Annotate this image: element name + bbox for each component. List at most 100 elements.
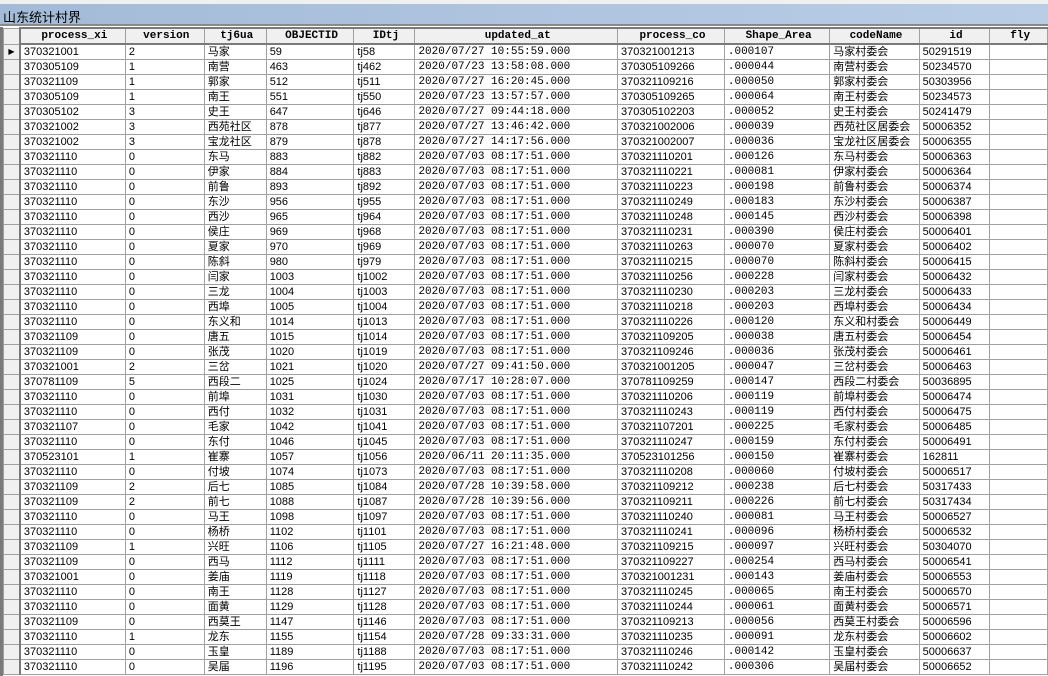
cell-process-co[interactable]: 370321001205 — [617, 359, 725, 375]
row-selector[interactable] — [3, 374, 21, 390]
cell-process-xi[interactable]: 370321110 — [19, 524, 126, 540]
cell-process-co[interactable]: 370321109212 — [617, 479, 725, 495]
cell-updated-at[interactable]: 2020/07/03 08:17:51.000 — [414, 299, 619, 315]
cell-fly[interactable] — [989, 584, 1048, 600]
cell-tj6ua[interactable]: 南王 — [203, 584, 267, 600]
cell-codename[interactable]: 吴届村委会 — [829, 659, 920, 675]
cell-process-xi[interactable]: 370321110 — [19, 194, 126, 210]
cell-version[interactable]: 0 — [124, 524, 205, 540]
cell-process-co[interactable]: 370321110263 — [617, 239, 725, 255]
cell-tj6ua[interactable]: 杨桥 — [203, 524, 267, 540]
cell-tj6ua[interactable]: 史王 — [203, 104, 267, 120]
cell-id[interactable]: 50006491 — [918, 434, 991, 450]
cell-process-co[interactable]: 370321110244 — [617, 599, 725, 615]
table-row[interactable]: 370321110 0 陈斜 980 tj979 2020/07/03 08:17:51.… — [3, 254, 1048, 270]
cell-codename[interactable]: 付坡村委会 — [829, 464, 920, 480]
table-row[interactable]: 370321109 0 西莫王 1147 tj1146 2020/07/03 08:17:… — [3, 614, 1048, 630]
cell-process-co[interactable]: 370781109259 — [617, 374, 725, 390]
cell-fly[interactable] — [989, 104, 1048, 120]
cell-tj6ua[interactable]: 玉皇 — [203, 644, 267, 660]
cell-shape-area[interactable]: .000126 — [723, 149, 831, 165]
cell-version[interactable]: 0 — [124, 254, 205, 270]
cell-objectid[interactable]: 1021 — [265, 359, 355, 375]
cell-updated-at[interactable]: 2020/07/27 14:17:56.000 — [414, 134, 619, 150]
cell-tj6ua[interactable]: 面黄 — [203, 599, 267, 615]
cell-tj6ua[interactable]: 夏家 — [203, 239, 267, 255]
cell-updated-at[interactable]: 2020/07/23 13:58:08.000 — [414, 59, 619, 75]
row-selector[interactable] — [3, 314, 21, 330]
cell-codename[interactable]: 张茂村委会 — [829, 344, 920, 360]
cell-tj6ua[interactable]: 宝龙社区 — [203, 134, 267, 150]
cell-tj6ua[interactable]: 东马 — [203, 149, 267, 165]
cell-updated-at[interactable]: 2020/07/27 16:21:48.000 — [414, 539, 619, 555]
cell-id[interactable]: 50317434 — [918, 494, 991, 510]
cell-objectid[interactable]: 1106 — [265, 539, 355, 555]
cell-shape-area[interactable]: .000228 — [723, 269, 831, 285]
cell-idtj[interactable]: tj1127 — [353, 584, 416, 600]
cell-process-co[interactable]: 370321109211 — [617, 494, 725, 510]
cell-version[interactable]: 2 — [124, 494, 205, 510]
cell-fly[interactable] — [989, 614, 1048, 630]
row-selector[interactable]: ▶ — [3, 43, 21, 60]
row-selector[interactable] — [3, 569, 21, 585]
cell-objectid[interactable]: 1057 — [265, 449, 355, 465]
cell-codename[interactable]: 玉皇村委会 — [829, 644, 920, 660]
cell-version[interactable]: 1 — [124, 89, 205, 105]
cell-tj6ua[interactable]: 西马 — [203, 554, 267, 570]
cell-shape-area[interactable]: .000254 — [723, 554, 831, 570]
cell-version[interactable]: 5 — [124, 374, 205, 390]
row-selector[interactable] — [3, 539, 21, 555]
cell-fly[interactable] — [989, 494, 1048, 510]
cell-version[interactable]: 0 — [124, 659, 205, 675]
cell-id[interactable]: 50006454 — [918, 329, 991, 345]
cell-id[interactable]: 50006401 — [918, 224, 991, 240]
cell-tj6ua[interactable]: 唐五 — [203, 329, 267, 345]
cell-tj6ua[interactable]: 南王 — [203, 89, 267, 105]
cell-codename[interactable]: 伊家村委会 — [829, 164, 920, 180]
cell-fly[interactable] — [989, 329, 1048, 345]
cell-objectid[interactable]: 878 — [265, 119, 355, 135]
cell-tj6ua[interactable]: 西沙 — [203, 209, 267, 225]
cell-fly[interactable] — [989, 419, 1048, 435]
cell-process-xi[interactable]: 370321109 — [19, 554, 126, 570]
row-selector[interactable] — [3, 284, 21, 300]
table-row[interactable]: 370321110 0 玉皇 1189 tj1188 2020/07/03 08:17:5… — [3, 644, 1048, 660]
cell-idtj[interactable]: tj1045 — [353, 434, 416, 450]
cell-shape-area[interactable]: .000226 — [723, 494, 831, 510]
cell-updated-at[interactable]: 2020/07/03 08:17:51.000 — [414, 614, 619, 630]
row-selector[interactable] — [3, 164, 21, 180]
cell-tj6ua[interactable]: 南营 — [203, 59, 267, 75]
row-selector[interactable] — [3, 104, 21, 120]
cell-updated-at[interactable]: 2020/07/03 08:17:51.000 — [414, 194, 619, 210]
cell-version[interactable]: 0 — [124, 284, 205, 300]
cell-idtj[interactable]: tj1003 — [353, 284, 416, 300]
row-selector[interactable] — [3, 239, 21, 255]
cell-updated-at[interactable]: 2020/07/03 08:17:51.000 — [414, 179, 619, 195]
cell-version[interactable]: 0 — [124, 614, 205, 630]
cell-id[interactable]: 50006475 — [918, 404, 991, 420]
table-row[interactable]: 370321109 0 张茂 1020 tj1019 2020/07/03 08:17:5… — [3, 344, 1048, 360]
table-row[interactable]: 370781109 5 西段二 1025 tj1024 2020/07/17 10:28:… — [3, 374, 1048, 390]
cell-fly[interactable] — [989, 134, 1048, 150]
cell-process-xi[interactable]: 370321110 — [19, 269, 126, 285]
row-selector[interactable] — [3, 194, 21, 210]
cell-objectid[interactable]: 1074 — [265, 464, 355, 480]
cell-shape-area[interactable]: .000145 — [723, 209, 831, 225]
cell-objectid[interactable]: 879 — [265, 134, 355, 150]
row-selector[interactable] — [3, 554, 21, 570]
table-row[interactable]: 370321110 0 东沙 956 tj955 2020/07/03 08:17:51.… — [3, 194, 1048, 210]
cell-process-co[interactable]: 370321110221 — [617, 164, 725, 180]
cell-codename[interactable]: 西莫王村委会 — [829, 614, 920, 630]
cell-idtj[interactable]: tj1084 — [353, 479, 416, 495]
row-selector[interactable] — [3, 434, 21, 450]
cell-version[interactable]: 0 — [124, 164, 205, 180]
cell-process-co[interactable]: 370305109266 — [617, 59, 725, 75]
cell-process-co[interactable]: 370321001213 — [617, 43, 725, 60]
cell-updated-at[interactable]: 2020/07/17 10:28:07.000 — [414, 374, 619, 390]
cell-objectid[interactable]: 970 — [265, 239, 355, 255]
cell-shape-area[interactable]: .000052 — [723, 104, 831, 120]
cell-objectid[interactable]: 1042 — [265, 419, 355, 435]
cell-tj6ua[interactable]: 西苑社区 — [203, 119, 267, 135]
cell-objectid[interactable]: 1085 — [265, 479, 355, 495]
cell-process-xi[interactable]: 370321110 — [19, 389, 126, 405]
